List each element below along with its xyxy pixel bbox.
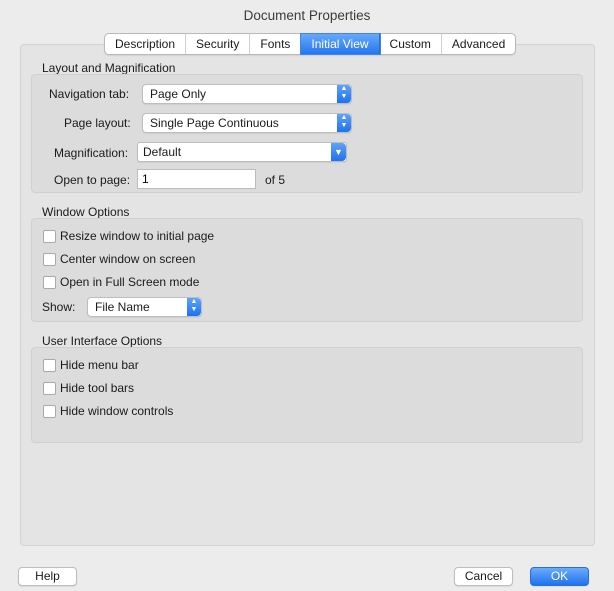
tab-custom[interactable]: Custom	[380, 34, 442, 54]
ok-button[interactable]: OK	[530, 567, 589, 586]
hide-tool-bars-checkbox[interactable]	[43, 382, 56, 395]
tab-description[interactable]: Description	[105, 34, 187, 54]
chevron-down-icon[interactable]: ▼	[331, 143, 346, 161]
full-screen-checkbox[interactable]	[43, 276, 56, 289]
hide-menu-bar-checkbox[interactable]	[43, 359, 56, 372]
popup-arrows-icon: ▲ ▼	[187, 298, 201, 316]
ui-options-title: User Interface Options	[42, 334, 163, 348]
navigation-tab-value: Page Only	[150, 87, 207, 101]
help-button[interactable]: Help	[18, 567, 77, 586]
tab-bar: Description Security Fonts Initial View …	[104, 33, 517, 55]
magnification-label: Magnification:	[54, 146, 129, 160]
show-popup[interactable]: File Name ▲ ▼	[87, 297, 202, 317]
navigation-tab-popup[interactable]: Page Only ▲ ▼	[142, 84, 352, 104]
navigation-tab-label: Navigation tab:	[49, 87, 130, 101]
window-options-title: Window Options	[42, 205, 130, 219]
popup-arrows-icon: ▲ ▼	[337, 114, 351, 132]
tab-fonts[interactable]: Fonts	[250, 34, 302, 54]
hide-window-controls-checkbox[interactable]	[43, 405, 56, 418]
resize-window-checkbox[interactable]	[43, 230, 56, 243]
popup-arrows-icon: ▲ ▼	[337, 85, 351, 103]
open-to-page-input[interactable]	[138, 170, 255, 188]
page-count: of 5	[265, 173, 286, 187]
magnification-value: Default	[143, 145, 182, 159]
open-to-page-field[interactable]	[137, 169, 256, 189]
full-screen-label: Open in Full Screen mode	[60, 275, 200, 289]
page-layout-popup[interactable]: Single Page Continuous ▲ ▼	[142, 113, 352, 133]
show-label: Show:	[42, 300, 76, 314]
tab-initial-view[interactable]: Initial View	[301, 34, 380, 54]
page-layout-label: Page layout:	[64, 116, 131, 130]
resize-window-label: Resize window to initial page	[60, 229, 215, 243]
magnification-combo[interactable]: Default ▼	[137, 142, 347, 162]
center-window-checkbox[interactable]	[43, 253, 56, 266]
show-value: File Name	[95, 300, 150, 314]
hide-window-controls-label: Hide window controls	[60, 404, 174, 418]
layout-section-title: Layout and Magnification	[42, 61, 176, 75]
hide-tool-bars-label: Hide tool bars	[60, 381, 135, 395]
center-window-label: Center window on screen	[60, 252, 196, 266]
hide-menu-bar-label: Hide menu bar	[60, 358, 139, 372]
cancel-button[interactable]: Cancel	[454, 567, 513, 586]
tab-security[interactable]: Security	[186, 34, 251, 54]
tab-advanced[interactable]: Advanced	[442, 34, 515, 54]
open-to-page-label: Open to page:	[54, 173, 131, 187]
window-title: Document Properties	[243, 8, 371, 23]
page-layout-value: Single Page Continuous	[150, 116, 279, 130]
